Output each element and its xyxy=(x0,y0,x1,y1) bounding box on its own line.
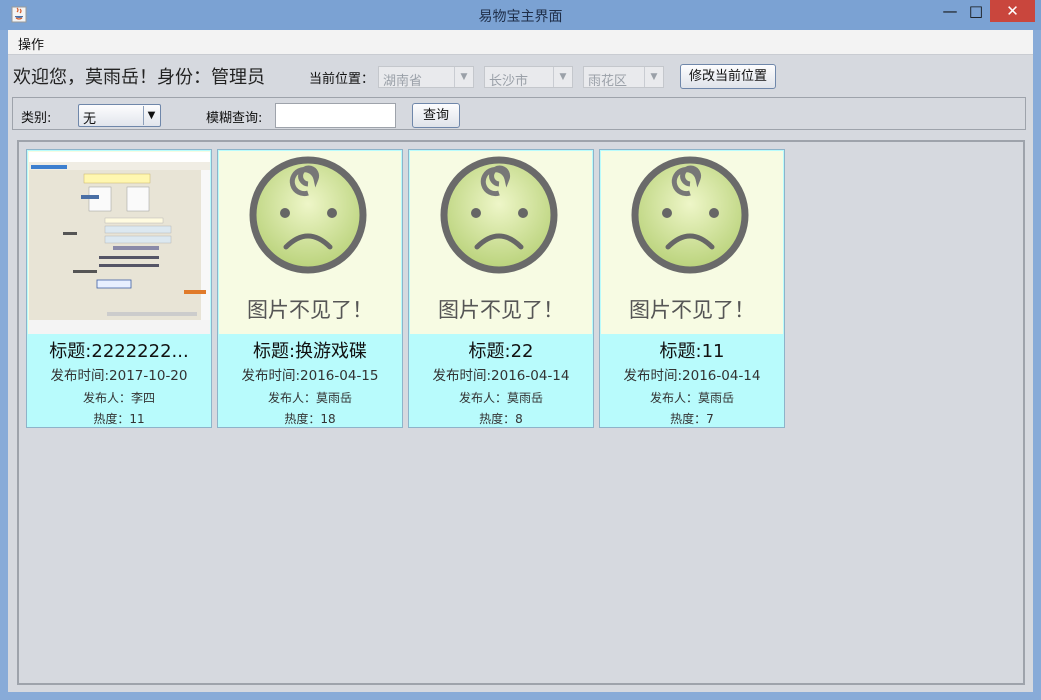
filter-bar xyxy=(12,97,1026,130)
category-select[interactable]: 无 ▼ xyxy=(78,104,161,127)
province-select[interactable]: 湖南省 ▼ xyxy=(378,66,474,89)
item-publisher: 发布人：莫雨岳 xyxy=(458,391,543,405)
missing-image-text: 图片不见了！ xyxy=(247,298,373,322)
window-title: 易物宝主界面 xyxy=(478,9,563,25)
chevron-down-icon: ▼ xyxy=(553,67,572,87)
item-title: 标题:换游戏碟 xyxy=(252,341,368,362)
item-heat: 热度：7 xyxy=(670,412,714,426)
district-value: 雨花区 xyxy=(588,74,628,89)
item-publisher: 发布人：李四 xyxy=(82,391,155,405)
item-image: 图片不见了！ xyxy=(219,151,401,334)
item-date: 发布时间:2016-04-15 xyxy=(241,368,379,384)
category-label: 类别: xyxy=(21,111,52,126)
item-image: 图片不见了！ xyxy=(410,151,592,334)
chevron-down-icon: ▼ xyxy=(644,67,663,87)
item-publisher: 发布人：莫雨岳 xyxy=(267,391,352,405)
district-select[interactable]: 雨花区 ▼ xyxy=(583,66,664,89)
main-panel: 操作 欢迎您，莫雨岳！身份：管理员 当前位置： 湖南省 ▼ 长沙市 ▼ 雨花区 … xyxy=(8,30,1033,692)
location-label: 当前位置： xyxy=(309,72,375,87)
search-label: 模糊查询: xyxy=(206,111,263,126)
item-card[interactable]: 图片不见了！ 标题:22 发布时间:2016-04-14 发布人：莫雨岳 热度：… xyxy=(408,149,594,428)
missing-image-text: 图片不见了！ xyxy=(629,298,755,322)
item-card[interactable]: 图片不见了！ 标题:11 发布时间:2016-04-14 发布人：莫雨岳 热度：… xyxy=(599,149,785,428)
item-date: 发布时间:2017-10-20 xyxy=(50,368,188,384)
welcome-text: 欢迎您，莫雨岳！身份：管理员 xyxy=(13,67,265,88)
item-publisher: 发布人：莫雨岳 xyxy=(649,391,734,405)
search-button[interactable]: 查询 xyxy=(412,103,460,128)
item-heat: 热度：18 xyxy=(284,412,336,426)
close-button[interactable]: ✕ xyxy=(990,0,1035,22)
city-select[interactable]: 长沙市 ▼ xyxy=(484,66,573,89)
category-value: 无 xyxy=(83,112,97,127)
search-input[interactable] xyxy=(275,103,396,128)
screenshot-thumbnail xyxy=(29,152,210,334)
sad-face-icon xyxy=(440,156,558,274)
sad-face-icon xyxy=(631,156,749,274)
province-value: 湖南省 xyxy=(383,74,423,89)
item-title: 标题:22 xyxy=(468,341,534,362)
item-date: 发布时间:2016-04-14 xyxy=(623,368,761,384)
title-bar[interactable]: 易物宝主界面 — □ ✕ xyxy=(0,0,1041,30)
item-image: 图片不见了！ xyxy=(601,151,783,334)
item-heat: 热度：8 xyxy=(479,412,523,426)
sad-face-icon xyxy=(249,156,367,274)
item-title: 标题:2222222... xyxy=(49,341,189,362)
menu-operate[interactable]: 操作 xyxy=(18,34,44,53)
item-image xyxy=(28,151,210,334)
chevron-down-icon: ▼ xyxy=(143,106,159,125)
app-window: 易物宝主界面 — □ ✕ 操作 欢迎您，莫雨岳！身份：管理员 当前位置： 湖南省… xyxy=(0,0,1041,700)
menu-bar: 操作 xyxy=(8,30,1033,55)
item-date: 发布时间:2016-04-14 xyxy=(432,368,570,384)
maximize-button[interactable]: □ xyxy=(962,0,990,22)
minimize-button[interactable]: — xyxy=(936,0,964,22)
chevron-down-icon: ▼ xyxy=(454,67,473,87)
item-card[interactable]: 图片不见了！ 标题:换游戏碟 发布时间:2016-04-15 发布人：莫雨岳 热… xyxy=(217,149,403,428)
city-value: 长沙市 xyxy=(489,74,529,89)
missing-image-text: 图片不见了！ xyxy=(438,298,564,322)
item-heat: 热度：11 xyxy=(93,412,145,426)
item-title: 标题:11 xyxy=(659,341,725,362)
modify-location-button[interactable]: 修改当前位置 xyxy=(680,64,776,89)
item-card[interactable]: 标题:2222222... 发布时间:2017-10-20 发布人：李四 热度：… xyxy=(26,149,212,428)
